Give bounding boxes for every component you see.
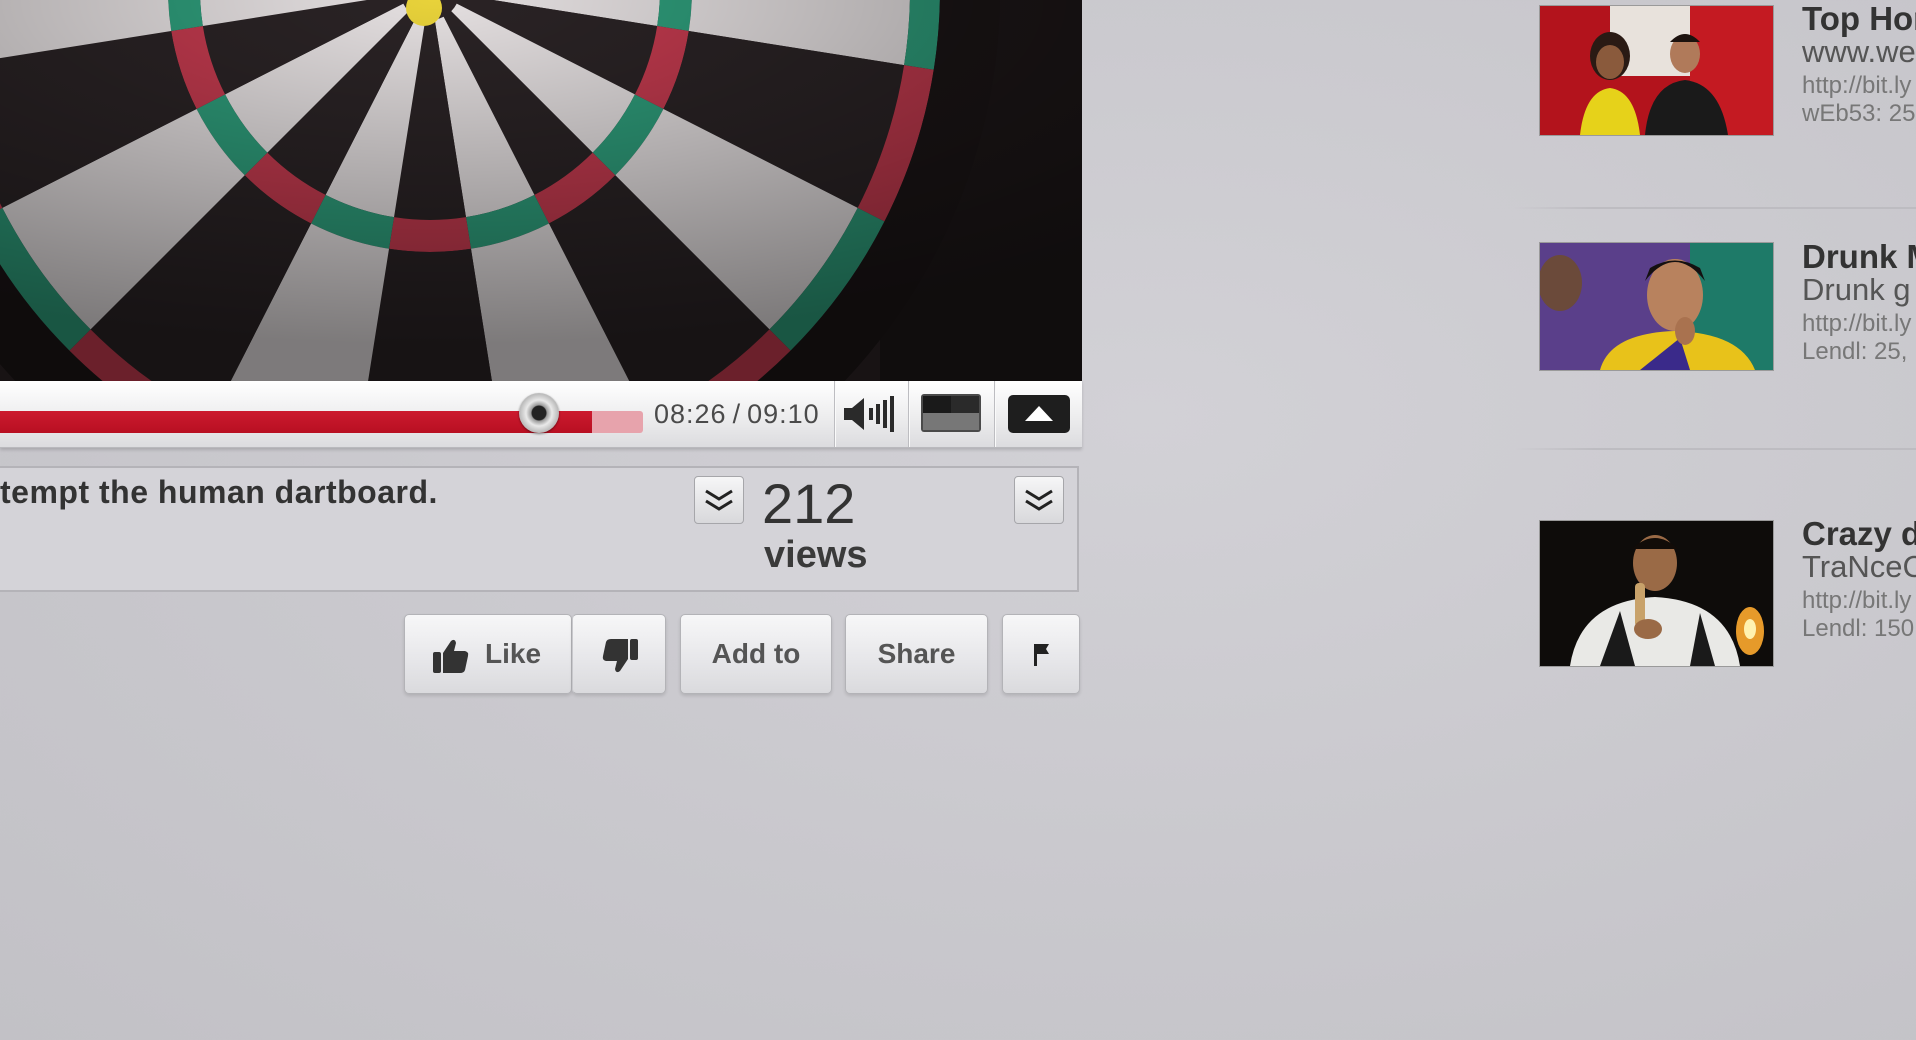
progress-scrubber-handle[interactable]	[518, 393, 559, 433]
time-separator: /	[732, 399, 742, 429]
view-count: 212	[762, 472, 856, 535]
related-video-title[interactable]: Drunk M	[1802, 238, 1916, 276]
player-size-button[interactable]	[910, 381, 992, 447]
related-video-url: http://bit.ly	[1802, 310, 1912, 337]
thumbs-up-icon	[433, 639, 469, 673]
video-thumbnail[interactable]	[1539, 5, 1774, 136]
video-thumbnail[interactable]	[1539, 520, 1774, 667]
video-description: tempt the human dartboard.	[0, 474, 438, 510]
popout-button[interactable]	[1000, 381, 1082, 447]
related-video-item[interactable]: Crazy d TraNceC http://bit.ly Lendl: 150	[1514, 515, 1916, 685]
flag-button[interactable]	[1002, 614, 1080, 694]
expand-description-button[interactable]	[694, 476, 744, 524]
flag-icon	[1034, 644, 1049, 666]
chevron-double-down-icon	[705, 489, 733, 511]
related-video-channel: Drunk g	[1802, 272, 1911, 307]
control-divider	[994, 381, 996, 447]
video-frame[interactable]	[0, 0, 1082, 381]
like-button[interactable]: Like	[404, 614, 572, 694]
related-video-meta: Lendl: 25,	[1802, 338, 1908, 365]
thumbs-down-icon	[602, 639, 638, 673]
volume-button[interactable]	[836, 381, 908, 447]
chevron-double-down-icon	[1025, 489, 1053, 511]
video-thumbnail[interactable]	[1539, 242, 1774, 371]
progress-played	[0, 411, 592, 433]
related-video-meta: wEb53: 25	[1802, 100, 1916, 127]
related-video-meta: Lendl: 150	[1802, 615, 1915, 642]
related-video-title[interactable]: Top Hor	[1802, 0, 1916, 38]
video-description-panel: tempt the human dartboard. 212 views	[0, 466, 1079, 592]
sidebar-divider	[1514, 448, 1916, 450]
time-display: 08:26/09:10	[654, 397, 820, 431]
add-to-button[interactable]: Add to	[680, 614, 832, 694]
related-video-url: http://bit.ly	[1802, 587, 1912, 614]
dartboard-image	[0, 0, 1082, 381]
share-button[interactable]: Share	[845, 614, 988, 694]
related-video-channel: TraNceC	[1802, 549, 1916, 584]
current-time: 08:26	[654, 399, 727, 429]
view-label: views	[764, 534, 868, 576]
related-video-channel: www.we	[1802, 34, 1916, 69]
like-label: Like	[485, 638, 542, 669]
dislike-button[interactable]	[572, 614, 666, 694]
related-video-title[interactable]: Crazy d	[1802, 515, 1916, 553]
player-size-icon	[921, 394, 981, 432]
related-video-url: http://bit.ly	[1802, 72, 1912, 99]
related-video-item[interactable]: Top Hor www.we http://bit.ly wEb53: 25	[1514, 0, 1916, 170]
volume-icon	[844, 396, 894, 432]
popout-icon	[1008, 395, 1070, 433]
total-time: 09:10	[747, 399, 820, 429]
expand-stats-button[interactable]	[1014, 476, 1064, 524]
sidebar-divider	[1514, 207, 1916, 209]
player-controls: 08:26/09:10	[0, 381, 1082, 448]
related-video-item[interactable]: Drunk M Drunk g http://bit.ly Lendl: 25,	[1514, 238, 1916, 408]
